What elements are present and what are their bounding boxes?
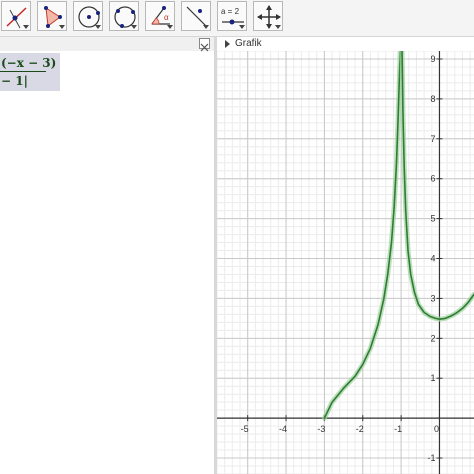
x-axis-tick-label: -3 bbox=[317, 424, 325, 434]
collapse-arrow-icon[interactable] bbox=[225, 40, 230, 48]
move-tool-button[interactable] bbox=[1, 1, 31, 31]
x-axis-tick-label: 0 bbox=[434, 424, 439, 434]
formula-numerator: (−x − 3) bbox=[1, 56, 57, 70]
tool-menu-arrow bbox=[239, 25, 245, 29]
move-graphics-view-tool-button[interactable] bbox=[253, 1, 283, 31]
y-axis-tick-label: 9 bbox=[430, 54, 435, 64]
y-axis-tick-label: 3 bbox=[430, 293, 435, 303]
x-axis-tick-label: -1 bbox=[394, 424, 402, 434]
close-algebra-view-button[interactable] bbox=[199, 38, 210, 52]
graphics-view-header[interactable]: Grafik bbox=[217, 37, 474, 51]
tool-menu-arrow bbox=[167, 25, 173, 29]
y-axis-tick-label: -1 bbox=[427, 453, 435, 463]
algebra-view-header bbox=[0, 37, 214, 52]
x-axis-tick-label: -2 bbox=[356, 424, 364, 434]
y-axis-tick-label: 2 bbox=[430, 333, 435, 343]
tool-menu-arrow bbox=[131, 25, 137, 29]
formula-denominator: − 1| bbox=[1, 74, 28, 88]
tool-menu-arrow bbox=[59, 25, 65, 29]
circle-three-points-tool-button[interactable] bbox=[109, 1, 139, 31]
toolbar: α a = 2 bbox=[0, 0, 474, 37]
y-axis-tick-label: 7 bbox=[430, 134, 435, 144]
y-axis-tick-label: 4 bbox=[430, 254, 435, 264]
close-icon bbox=[200, 43, 209, 52]
fraction-bar bbox=[0, 71, 46, 72]
slider-icon-label: a = 2 bbox=[221, 7, 240, 16]
function-plot[interactable]: -5 -4 -3 -2 -1 0 -1 1 2 3 4 5 6 7 8 9 bbox=[217, 51, 474, 474]
polygon-tool-button[interactable] bbox=[37, 1, 67, 31]
x-axis-tick-label: -4 bbox=[279, 424, 287, 434]
tool-menu-arrow bbox=[203, 25, 209, 29]
slider-tool-button[interactable]: a = 2 bbox=[217, 1, 247, 31]
graphics-view: Grafik -5 -4 -3 -2 -1 0 -1 1 2 3 4 5 6 7 8 9 bbox=[217, 37, 474, 474]
y-axis-tick-label: 8 bbox=[430, 94, 435, 104]
reflect-line-tool-button[interactable] bbox=[181, 1, 211, 31]
algebra-view: (−x − 3) − 1| bbox=[0, 37, 214, 474]
y-axis-tick-label: 1 bbox=[430, 373, 435, 383]
x-axis-tick-label: -5 bbox=[241, 424, 249, 434]
graphics-view-title: Grafik bbox=[235, 38, 262, 49]
function-definition[interactable]: (−x − 3) − 1| bbox=[0, 53, 60, 91]
angle-tool-button[interactable]: α bbox=[145, 1, 175, 31]
tool-menu-arrow bbox=[95, 25, 101, 29]
circle-center-tool-button[interactable] bbox=[73, 1, 103, 31]
svg-text:α: α bbox=[164, 13, 169, 22]
y-axis-tick-label: 5 bbox=[430, 214, 435, 224]
tool-menu-arrow bbox=[23, 25, 29, 29]
tool-menu-arrow bbox=[275, 25, 281, 29]
y-axis-tick-label: 6 bbox=[430, 174, 435, 184]
